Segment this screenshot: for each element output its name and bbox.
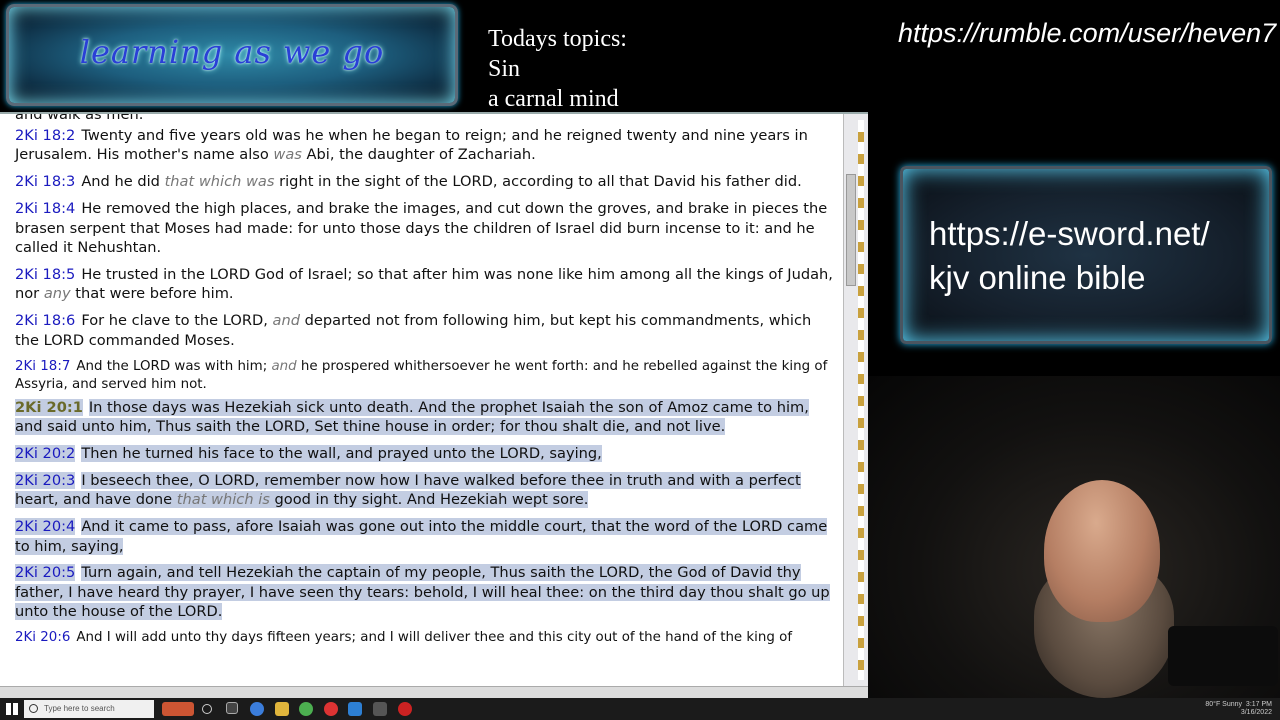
verse-reference[interactable]: 2Ki 20:5 (15, 564, 76, 582)
clock-time: 3:17 PM (1245, 701, 1272, 708)
verse-reference[interactable]: 2Ki 18:2 (15, 127, 75, 144)
search-placeholder: Type here to search (44, 704, 115, 713)
app-icon-red[interactable] (324, 702, 338, 716)
verse-list: and walk as men. 2Ki 18:2 Twenty and five… (15, 112, 833, 651)
verse-text: He removed the high places, and brake th… (15, 200, 828, 257)
verse-reference[interactable]: 2Ki 20:4 (15, 518, 76, 536)
obs-icon[interactable] (398, 702, 412, 716)
esword-icon[interactable] (348, 702, 362, 716)
topics-panel: Todays topics: Sin a carnal mind (488, 24, 627, 114)
verse[interactable]: 2Ki 20:2 Then he turned his face to the w… (15, 444, 833, 463)
verse-text: that were before him. (70, 285, 234, 303)
cortana-icon[interactable] (202, 704, 212, 714)
task-view-icon[interactable] (226, 702, 238, 714)
verse[interactable]: 2Ki 18:4 He removed the high places, and … (15, 199, 833, 257)
verse[interactable]: 2Ki 18:7 And the LORD was with him; and h… (15, 358, 833, 395)
verse-italic-text: that which is (176, 491, 270, 509)
verse-text: And I will add unto thy days fifteen yea… (76, 630, 793, 646)
chrome-icon[interactable] (299, 702, 313, 716)
verse-italic-text: was (273, 146, 302, 164)
verse-reference[interactable]: 2Ki 18:4 (15, 200, 75, 217)
verse-reference[interactable]: 2Ki 20:1 (15, 398, 83, 416)
verse[interactable]: 2Ki 20:4 And it came to pass, afore Isaia… (15, 517, 833, 556)
bible-text-pane[interactable]: and walk as men. 2Ki 18:2 Twenty and five… (0, 112, 868, 686)
search-icon (29, 704, 38, 713)
presenter-head (1044, 480, 1160, 622)
verse-reference[interactable]: 2Ki 18:7 (15, 359, 70, 374)
verse-reference[interactable]: 2Ki 18:6 (15, 312, 75, 329)
verse-text: good in thy sight. And Hezekiah wept sor… (269, 491, 589, 509)
topic-item: Sin (488, 56, 521, 82)
verse-italic-text: any (43, 285, 71, 303)
scroll-markers (858, 120, 864, 680)
verse-reference[interactable]: 2Ki 20:2 (15, 444, 76, 462)
verse-text: Abi, the daughter of Zachariah. (301, 146, 536, 164)
taskbar-app-icon[interactable] (162, 702, 194, 716)
verse[interactable]: 2Ki 20:6 And I will add unto thy days fif… (15, 629, 833, 648)
folder-icon[interactable] (275, 702, 289, 716)
microphone (1168, 626, 1278, 686)
verse-reference[interactable]: 2Ki 18:3 (15, 173, 75, 190)
verse-italic-text: and (272, 312, 301, 330)
vertical-scrollbar[interactable] (843, 114, 868, 686)
verse-text: And it came to pass, afore Isaiah was go… (15, 518, 828, 555)
verse-reference[interactable]: 2Ki 18:5 (15, 266, 75, 283)
verse-text: And he did (81, 173, 165, 191)
app-icon-grey[interactable] (373, 702, 387, 716)
esword-subtitle: kjv online bible (929, 259, 1146, 296)
clock-date: 3/16/2022 (1240, 709, 1272, 716)
verse[interactable]: 2Ki 20:5 Turn again, and tell Hezekiah th… (15, 563, 833, 621)
rumble-url: https://rumble.com/user/heven7 (898, 18, 1277, 48)
verse-text: Then he turned his face to the wall, and… (81, 444, 602, 462)
verse[interactable]: 2Ki 18:6 For he clave to the LORD, and de… (15, 311, 833, 350)
verse-reference[interactable]: 2Ki 20:6 (15, 630, 70, 645)
verse-italic-text: and (271, 358, 297, 374)
verse-text: Turn again, and tell Hezekiah the captai… (15, 564, 830, 621)
taskbar-search-box[interactable]: Type here to search (24, 700, 154, 718)
verse-reference[interactable]: 2Ki 20:3 (15, 471, 76, 489)
topic-item: a carnal mind (488, 86, 619, 112)
esword-banner: https://e-sword.net/ kjv online bible (900, 166, 1272, 344)
verse-text: And the LORD was with him; (76, 358, 272, 374)
logo-text: learning as we go (79, 33, 385, 71)
verse-text: For he clave to the LORD, (81, 312, 273, 330)
verse[interactable]: 2Ki 20:3 I beseech thee, O LORD, remember… (15, 471, 833, 510)
weather-text: 80°F Sunny (1205, 701, 1243, 708)
verse[interactable]: 2Ki 20:1 In those days was Hezekiah sick … (15, 398, 833, 437)
browser-icon[interactable] (250, 702, 264, 716)
channel-logo-banner: learning as we go (6, 4, 458, 106)
esword-url: https://e-sword.net/ (929, 215, 1210, 252)
windows-start-icon[interactable] (6, 703, 18, 715)
scroll-thumb[interactable] (846, 174, 856, 286)
verse[interactable]: 2Ki 18:5 He trusted in the LORD God of Is… (15, 265, 833, 304)
topics-heading: Todays topics: (488, 26, 627, 52)
system-tray[interactable]: 80°F Sunny 3:17 PM 3/16/2022 (1205, 701, 1272, 717)
cut-off-line: and walk as men. (15, 112, 144, 122)
verse[interactable]: 2Ki 18:2 Twenty and five years old was he… (15, 126, 833, 165)
verse[interactable]: 2Ki 18:3 And he did that which was right … (15, 172, 833, 191)
verse-text: right in the sight of the LORD, accordin… (274, 173, 802, 191)
taskbar: Type here to search 80°F Sunny 3:17 PM 3… (0, 698, 1280, 720)
verse-italic-text: that which was (164, 173, 275, 191)
verse-text: In those days was Hezekiah sick unto dea… (15, 398, 809, 435)
webcam-feed (868, 376, 1280, 698)
